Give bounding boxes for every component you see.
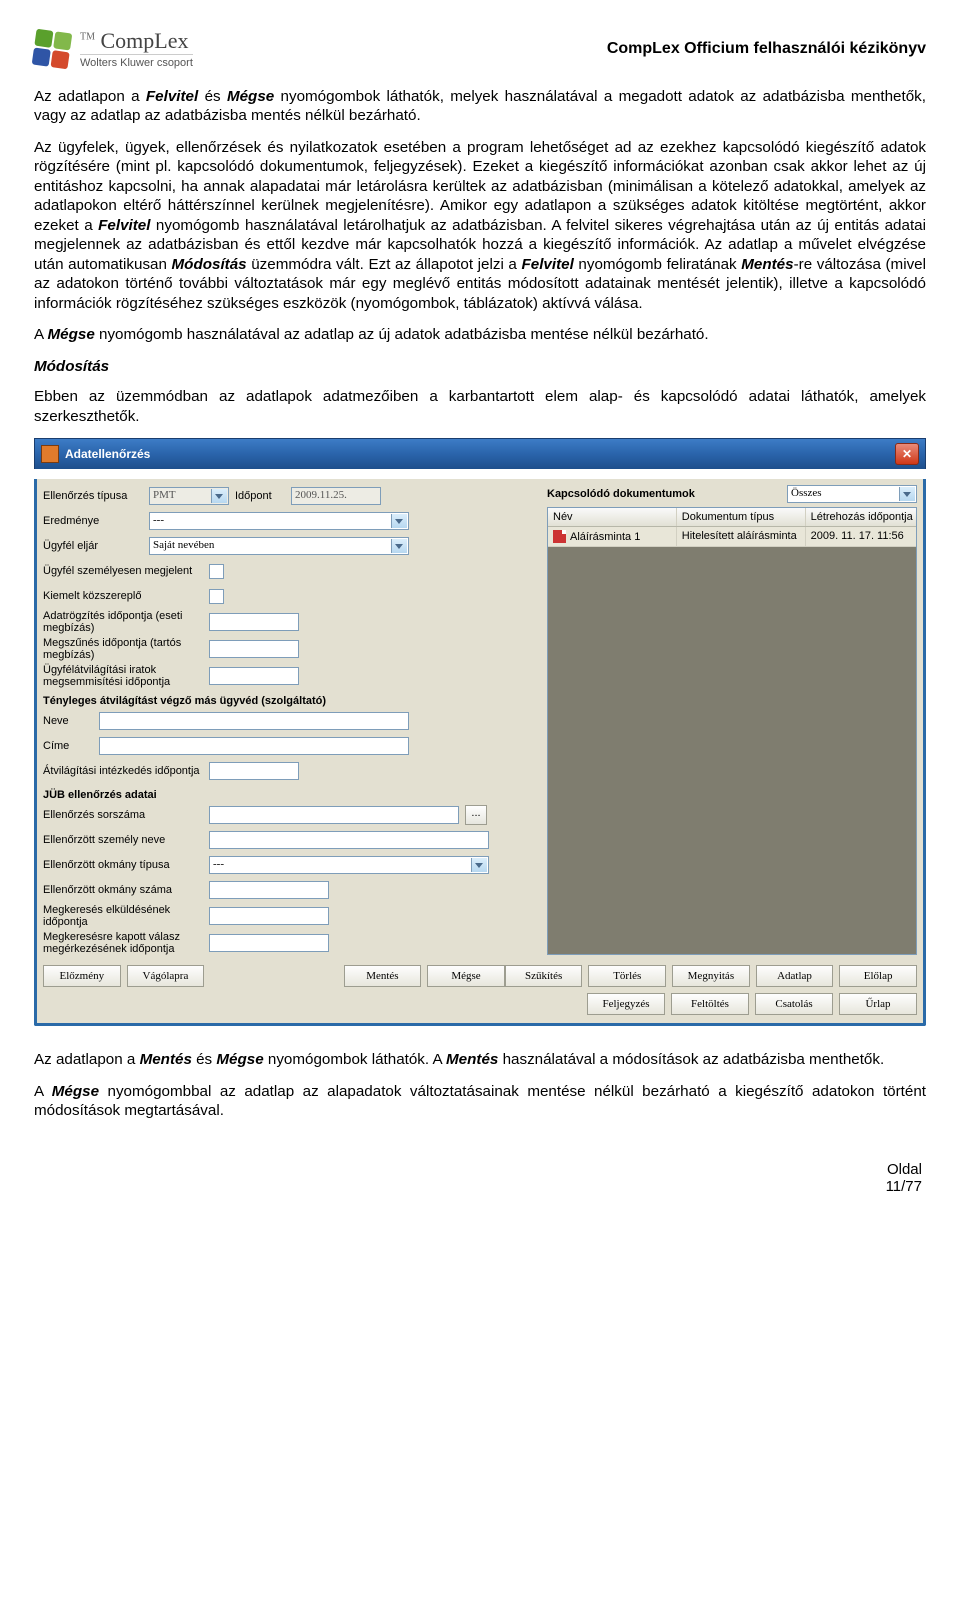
select-doc-filter[interactable]: Összes — [787, 485, 917, 503]
torles-button[interactable]: Törlés — [588, 965, 666, 987]
documents-grid: Név Dokumentum típus Létrehozás időpontj… — [547, 507, 917, 955]
page-footer: Oldal 11/77 — [34, 1161, 926, 1195]
megse-button[interactable]: Mégse — [427, 965, 505, 987]
paragraph-5: Az adatlapon a Mentés és Mégse nyomógomb… — [34, 1050, 926, 1069]
section-jub: JÜB ellenőrzés adatai — [43, 789, 543, 801]
label-idopont: Időpont — [235, 490, 285, 502]
brand-subtitle: Wolters Kluwer csoport — [80, 54, 193, 69]
input-adatrogzites[interactable] — [209, 613, 299, 631]
input-ell-okmany-szam[interactable] — [209, 881, 329, 899]
label-ellenorzes-tipusa: Ellenőrzés típusa — [43, 490, 143, 502]
label-megkeres-kap: Megkeresésre kapott válasz megérkezéséne… — [43, 931, 203, 955]
checkbox-szemelyesen[interactable] — [209, 564, 224, 579]
input-cime[interactable] — [99, 737, 409, 755]
elolap-button[interactable]: Előlap — [839, 965, 917, 987]
page-header: TM CompLex Wolters Kluwer csoport CompLe… — [34, 28, 926, 69]
brand-logo: TM CompLex Wolters Kluwer csoport — [34, 28, 193, 69]
dialog-title: Adatellenőrzés — [65, 447, 150, 461]
label-atvil-intez: Átvilágítási intézkedés időpontja — [43, 765, 203, 777]
checkbox-kiemelt[interactable] — [209, 589, 224, 604]
label-neve: Neve — [43, 715, 93, 727]
input-neve[interactable] — [99, 712, 409, 730]
megnyitas-button[interactable]: Megnyitás — [672, 965, 750, 987]
select-eredmenye[interactable]: --- — [149, 512, 409, 530]
pdf-icon — [553, 530, 566, 543]
logo-icon — [32, 28, 73, 69]
adatlap-button[interactable]: Adatlap — [756, 965, 834, 987]
label-ell-okmany-szam: Ellenőrzött okmány száma — [43, 884, 203, 896]
label-ell-szemely: Ellenőrzött személy neve — [43, 834, 203, 846]
elozmeny-button[interactable]: Előzmény — [43, 965, 121, 987]
brand-name: TM CompLex — [80, 28, 193, 54]
select-ellenorzes-tipusa[interactable]: PMT — [149, 487, 229, 505]
label-szemelyesen: Ügyfél személyesen megjelent — [43, 565, 203, 577]
input-ell-szemely[interactable] — [209, 831, 489, 849]
input-megkeres-elk[interactable] — [209, 907, 329, 925]
label-megkeres-elk: Megkeresés elküldésének időpontja — [43, 904, 203, 928]
col-tipus[interactable]: Dokumentum típus — [677, 508, 806, 526]
label-adatrogzites: Adatrögzítés időpontja (eseti megbízás) — [43, 610, 203, 634]
close-button[interactable]: ✕ — [895, 443, 919, 465]
feljegyzes-button[interactable]: Feljegyzés — [587, 993, 665, 1015]
label-ell-okmany-tipus: Ellenőrzött okmány típusa — [43, 859, 203, 871]
section-tenyleges: Tényleges átvilágítást végző más ügyvéd … — [43, 695, 543, 707]
paragraph-6: A Mégse nyomógombbal az adatlap az alapa… — [34, 1082, 926, 1121]
select-ell-okmany-tipus[interactable]: --- — [209, 856, 489, 874]
label-kiemelt: Kiemelt közszereplő — [43, 590, 203, 602]
input-atvil-intez[interactable] — [209, 762, 299, 780]
label-ell-sorszam: Ellenőrzés sorszáma — [43, 809, 203, 821]
mentes-button[interactable]: Mentés — [344, 965, 422, 987]
input-megszunes[interactable] — [209, 640, 299, 658]
label-ugyfel-eljar: Ügyfél eljár — [43, 540, 143, 552]
input-megkeres-kap[interactable] — [209, 934, 329, 952]
col-nev[interactable]: Név — [548, 508, 677, 526]
select-ugyfel-eljar[interactable]: Saját nevében — [149, 537, 409, 555]
csatolas-button[interactable]: Csatolás — [755, 993, 833, 1015]
paragraph-4: Ebben az üzemmódban az adatlapok adatmez… — [34, 387, 926, 426]
heading-modositas: Módosítás — [34, 358, 926, 375]
lookup-button[interactable]: ... — [465, 805, 487, 825]
label-cime: Címe — [43, 740, 93, 752]
urlap-button[interactable]: Űrlap — [839, 993, 917, 1015]
app-icon — [41, 445, 59, 463]
label-megsemmisites: Ügyfélátvilágítási iratok megsemmisítési… — [43, 664, 203, 688]
dialog-titlebar: Adatellenőrzés ✕ — [34, 438, 926, 469]
input-megsemmisites[interactable] — [209, 667, 299, 685]
label-eredmenye: Eredménye — [43, 515, 143, 527]
label-megszunes: Megszűnés időpontja (tartós megbízás) — [43, 637, 203, 661]
vagolap-button[interactable]: Vágólapra — [127, 965, 205, 987]
table-row[interactable]: Aláírásminta 1 Hitelesített aláírásminta… — [548, 527, 916, 547]
input-idopont[interactable]: 2009.11.25. — [291, 487, 381, 505]
paragraph-2: Az ügyfelek, ügyek, ellenőrzések és nyil… — [34, 138, 926, 313]
paragraph-1: Az adatlapon a Felvitel és Mégse nyomógo… — [34, 87, 926, 126]
col-letrehozas[interactable]: Létrehozás időpontja — [806, 508, 916, 526]
paragraph-3: A Mégse nyomógomb használatával az adatl… — [34, 325, 926, 344]
document-title: CompLex Officium felhasználói kézikönyv — [607, 40, 926, 58]
input-ell-sorszam[interactable] — [209, 806, 459, 824]
feltoltes-button[interactable]: Feltöltés — [671, 993, 749, 1015]
label-kapcsolodo-dok: Kapcsolódó dokumentumok — [547, 488, 695, 500]
dialog-screenshot: Adatellenőrzés ✕ Ellenőrzés típusa PMT I… — [34, 438, 926, 1026]
szukites-button[interactable]: Szűkítés — [505, 965, 583, 987]
